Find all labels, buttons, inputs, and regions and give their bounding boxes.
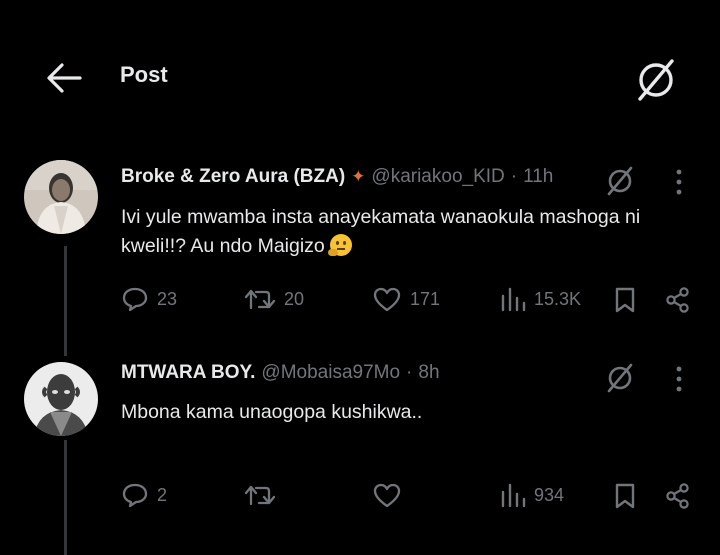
thinking-face-icon [328, 234, 353, 256]
repost-button[interactable]: 20 [244, 286, 304, 312]
repost-count: 20 [284, 288, 305, 309]
like-icon [373, 483, 401, 508]
grok-button[interactable] [603, 361, 637, 400]
text-line: kweli!!? Au ndo Maigizo [121, 235, 325, 257]
separator: · [406, 362, 413, 383]
author-handle[interactable]: @Mobaisa97Mo [261, 362, 400, 384]
back-button[interactable] [44, 58, 84, 98]
bookmark-button[interactable] [613, 482, 637, 510]
reply-icon [122, 287, 148, 312]
like-button[interactable] [372, 482, 410, 508]
more-button[interactable] [675, 168, 683, 201]
avatar[interactable] [24, 160, 98, 234]
grok-button[interactable] [630, 54, 682, 106]
separator: · [510, 166, 518, 187]
view-count: 15.3K [534, 288, 582, 309]
share-icon [666, 287, 689, 313]
reply-button[interactable]: 2 [121, 482, 167, 508]
views-button[interactable]: 934 [500, 482, 564, 508]
like-button[interactable]: 171 [372, 286, 440, 312]
like-count: 171 [410, 288, 441, 309]
maple-leaf-icon: ✦ [351, 167, 366, 186]
share-button[interactable] [664, 286, 692, 314]
grok-button[interactable] [603, 164, 637, 203]
back-arrow-icon [47, 63, 82, 93]
more-icon [676, 169, 682, 195]
more-button[interactable] [675, 365, 683, 398]
bookmark-button[interactable] [613, 286, 637, 314]
more-icon [676, 366, 682, 392]
views-icon [501, 287, 526, 312]
page-title: Post [120, 62, 168, 87]
thread-line [64, 246, 67, 356]
author-name[interactable]: MTWARA BOY. [121, 362, 255, 384]
like-icon [373, 287, 401, 312]
author-name[interactable]: Broke & Zero Aura (BZA) [121, 166, 345, 188]
views-icon [501, 483, 526, 508]
bookmark-icon [615, 287, 635, 313]
reply-count: 2 [157, 484, 168, 505]
view-count: 934 [534, 484, 565, 505]
grok-icon [638, 59, 674, 101]
author-handle[interactable]: @kariakoo_KID [371, 166, 504, 188]
reply-icon [122, 483, 148, 508]
avatar[interactable] [24, 362, 98, 436]
reply-button[interactable]: 23 [121, 286, 177, 312]
bookmark-icon [615, 483, 635, 509]
text-line: Ivi yule mwamba insta anayekamata wanaok… [121, 206, 641, 228]
thread-line [64, 440, 67, 555]
timestamp[interactable]: 8h [418, 362, 439, 384]
share-button[interactable] [664, 482, 692, 510]
reply-count: 23 [157, 288, 178, 309]
grok-icon [607, 363, 633, 393]
views-button[interactable]: 15.3K [500, 286, 581, 312]
repost-icon [244, 289, 276, 310]
share-icon [666, 483, 689, 509]
repost-button[interactable] [244, 482, 284, 508]
repost-icon [244, 485, 276, 506]
timestamp[interactable]: 11h [523, 166, 553, 188]
post-text: Mbona kama unaogopa kushikwa.. [121, 401, 423, 423]
grok-icon [607, 166, 633, 196]
post-text: Ivi yule mwamba insta anayekamata wanaok… [121, 203, 701, 261]
